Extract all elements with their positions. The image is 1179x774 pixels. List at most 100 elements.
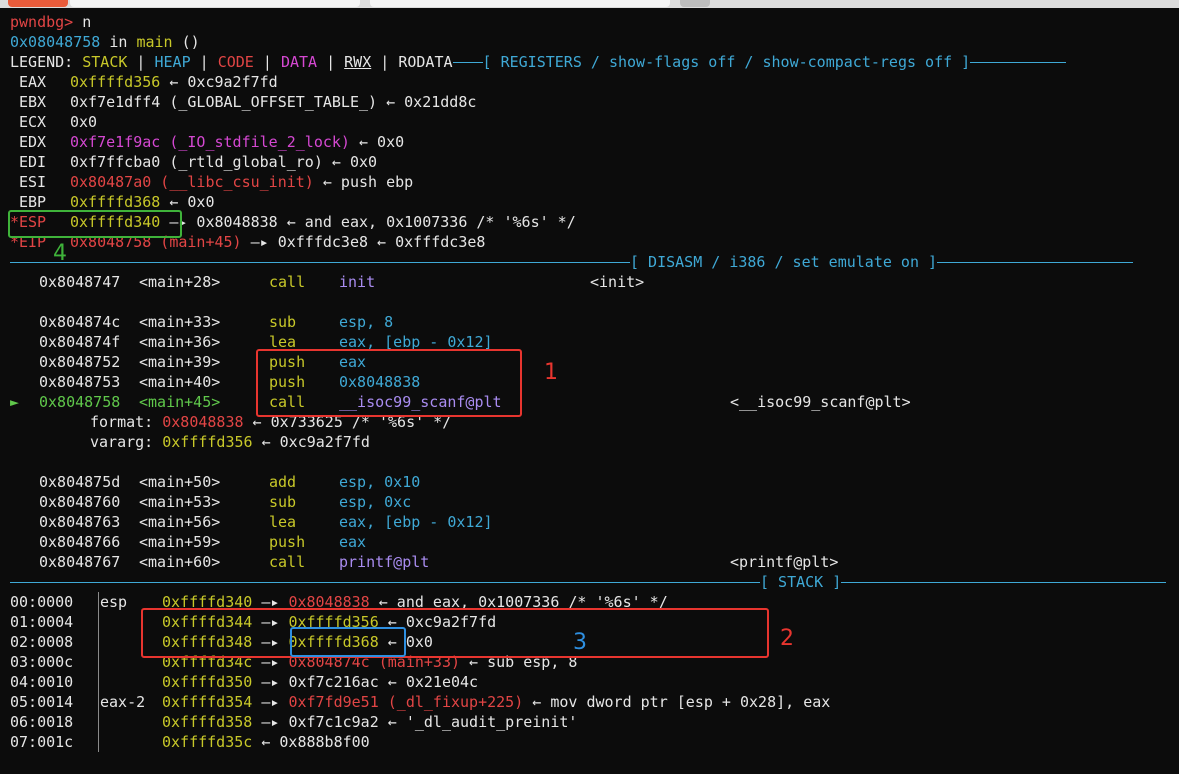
legend-line: LEGEND: STACK | HEAP | CODE | DATA | RWX… xyxy=(10,52,1175,72)
register-row: EAX 0xffffd356 ← 0xc9a2f7fd xyxy=(10,72,1175,92)
registers-panel: EAX 0xffffd356 ← 0xc9a2f7fd EBX 0xf7e1dff4 … xyxy=(10,72,1175,252)
instruction-symbol: <main+53> xyxy=(139,493,221,511)
call-arg-value: 0x8048838 xyxy=(162,413,244,431)
location-in: in xyxy=(109,33,128,51)
register-value: 0xffffd356 xyxy=(70,73,161,91)
stack-arrow: —▸ xyxy=(252,693,289,711)
instruction-operands: eax xyxy=(339,533,367,551)
legend-rodata: RODATA xyxy=(398,53,453,71)
call-arg-label: format: xyxy=(90,413,154,431)
disasm-row: 0x804874c <main+33> sub esp, 8 xyxy=(10,312,1175,332)
call-arg-value: 0xffffd356 xyxy=(162,433,253,451)
register-row: EBP 0xffffd368 ← 0x0 xyxy=(10,192,1175,212)
register-deref: ← push ebp xyxy=(313,173,414,191)
instruction-operands: esp, 0x10 xyxy=(339,473,421,491)
instruction-address: 0x8048766 xyxy=(39,533,121,551)
call-arg-deref: ← 0xc9a2f7fd xyxy=(252,433,370,451)
call-target: <__isoc99_scanf@plt> xyxy=(730,393,911,411)
annotation-box-3 xyxy=(290,627,406,657)
disasm-header-line: [ DISASM / i386 / set emulate on ] xyxy=(10,252,1175,272)
annotation-label-2: 2 xyxy=(780,626,794,651)
stack-row: 07:001c 0xffffd35c ← 0x888b8f00 xyxy=(10,732,1175,752)
legend-stack: STACK xyxy=(82,53,128,71)
register-row: EBX 0xf7e1dff4 (_GLOBAL_OFFSET_TABLE_) ← … xyxy=(10,92,1175,112)
disasm-row: 0x8048747 <main+28> call init <init> xyxy=(10,272,1175,292)
register-row: ECX 0x0 xyxy=(10,112,1175,132)
register-value: 0xf7ffcba0 (_rtld_global_ro) xyxy=(70,153,323,171)
instruction-operands: printf@plt xyxy=(339,553,430,571)
legend-data: DATA xyxy=(280,53,318,71)
instruction-opcode: add xyxy=(269,473,297,491)
tab-3[interactable] xyxy=(370,0,670,7)
instruction-symbol: <main+50> xyxy=(139,473,221,491)
instruction-opcode: sub xyxy=(269,313,297,331)
annotation-label-4: 4 xyxy=(53,241,67,266)
register-row: *ESP 0xffffd340 —▸ 0x8048838 ← and eax, 0… xyxy=(10,212,1175,232)
instruction-address: 0x8048767 xyxy=(39,553,121,571)
location-line: 0x08048758 in main () xyxy=(10,32,1175,52)
instruction-symbol: <main+36> xyxy=(139,333,221,351)
disasm-row: 0x8048763 <main+56> lea eax, [ebp - 0x12] xyxy=(10,512,1175,532)
register-deref: —▸ 0xfffdc3e8 ← 0xfffdc3e8 xyxy=(241,233,486,251)
instruction-address: 0x8048758 xyxy=(39,393,121,411)
stack-register-tag: eax-2 xyxy=(100,693,146,711)
disasm-row: 0x804874f <main+36> lea eax, [ebp - 0x12] xyxy=(10,332,1175,352)
tab-1[interactable] xyxy=(8,0,68,7)
stack-address: 0xffffd358 xyxy=(162,713,253,731)
location-args: () xyxy=(181,33,200,51)
register-name: ESI xyxy=(19,173,47,191)
command: n xyxy=(82,13,92,31)
prompt-line: pwndbg> n xyxy=(10,12,1175,32)
register-row: ESI 0x80487a0 (__libc_csu_init) ← push eb… xyxy=(10,172,1175,192)
stack-column-divider xyxy=(98,592,99,752)
tab-4[interactable] xyxy=(680,0,710,7)
instruction-opcode: call xyxy=(269,553,306,571)
register-value: 0xf7e1f9ac (_IO_stdfile_2_lock) xyxy=(70,133,350,151)
instruction-symbol: <main+28> xyxy=(139,273,221,291)
call-arg-label: vararg: xyxy=(90,433,154,451)
instruction-symbol: <main+56> xyxy=(139,513,221,531)
instruction-address: 0x8048747 xyxy=(39,273,121,291)
disasm-row: 0x8048753 <main+40> push 0x8048838 xyxy=(10,372,1175,392)
instruction-opcode: call xyxy=(269,273,306,291)
browser-tab-bar xyxy=(0,0,1179,8)
stack-row: 05:0014 eax-2 0xffffd354 —▸ 0xf7fd9e51 (_d… xyxy=(10,692,1175,712)
register-value: 0x0 xyxy=(70,113,98,131)
instruction-address: 0x804874f xyxy=(39,333,121,351)
register-row: EDX 0xf7e1f9ac (_IO_stdfile_2_lock) ← 0x0 xyxy=(10,132,1175,152)
instruction-operands: init xyxy=(339,273,376,291)
stack-deref: ← mov dword ptr [esp + 0x28], eax xyxy=(523,693,831,711)
stack-arrow: —▸ xyxy=(252,713,289,731)
stack-index: 01:0004 xyxy=(10,613,74,631)
register-deref: ← 0x0 xyxy=(160,193,215,211)
stack-pointer-value: 0xf7c216ac xyxy=(288,673,379,691)
registers-header: [ REGISTERS / show-flags off / show-comp… xyxy=(482,53,971,71)
stack-index: 06:0018 xyxy=(10,713,74,731)
register-row: EDI 0xf7ffcba0 (_rtld_global_ro) ← 0x0 xyxy=(10,152,1175,172)
instruction-symbol: <main+45> xyxy=(139,393,221,411)
call-target: <init> xyxy=(590,273,645,291)
annotation-box-2 xyxy=(141,608,769,658)
register-value: 0xf7e1dff4 (_GLOBAL_OFFSET_TABLE_) xyxy=(70,93,378,111)
stack-index: 07:001c xyxy=(10,733,74,751)
tab-2[interactable] xyxy=(70,0,360,7)
location-addr: 0x08048758 xyxy=(10,33,101,51)
instruction-operands: esp, 8 xyxy=(339,313,394,331)
register-name: EBX xyxy=(19,93,47,111)
register-name: EBP xyxy=(19,193,47,211)
stack-row: 04:0010 0xffffd350 —▸ 0xf7c216ac ← 0x21e0… xyxy=(10,672,1175,692)
stack-address: 0xffffd350 xyxy=(162,673,253,691)
disasm-panel: 0x8048747 <main+28> call init <init> 0x804874… xyxy=(10,272,1175,572)
register-deref: ← 0x0 xyxy=(349,133,405,151)
stack-address: 0xffffd354 xyxy=(162,693,253,711)
register-deref: —▸ 0x8048838 ← and eax, 0x1007336 /* '%6… xyxy=(160,213,576,231)
register-name: EAX xyxy=(19,73,47,91)
disasm-row: 0x8048760 <main+53> sub esp, 0xc xyxy=(10,492,1175,512)
current-instruction-marker: ► xyxy=(10,393,20,411)
disasm-row: 0x804875d <main+50> add esp, 0x10 xyxy=(10,472,1175,492)
register-value: 0xffffd368 xyxy=(70,193,161,211)
instruction-symbol: <main+40> xyxy=(139,373,221,391)
register-value: 0x80487a0 (__libc_csu_init) xyxy=(70,173,314,191)
call-arg-row: vararg: 0xffffd356 ← 0xc9a2f7fd xyxy=(10,432,1175,452)
stack-pointer-value: 0x888b8f00 xyxy=(279,733,370,751)
